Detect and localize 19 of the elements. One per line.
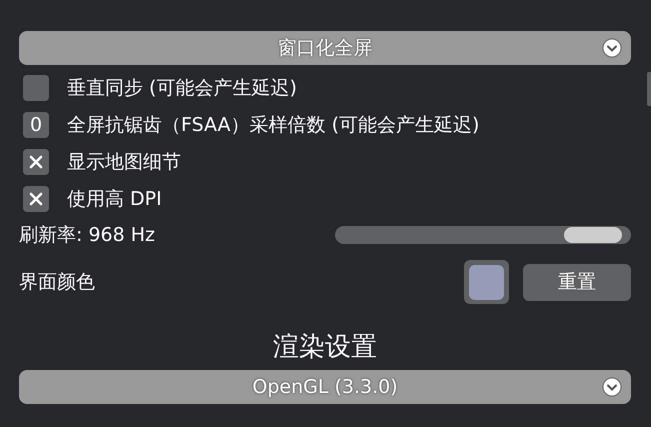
reset-button[interactable]: 重置 (523, 264, 631, 300)
refresh-rate-slider[interactable] (335, 226, 631, 244)
checkbox[interactable] (23, 149, 49, 175)
number-field[interactable]: 0 (23, 112, 49, 138)
scrollbar[interactable] (647, 72, 651, 106)
chevron-down-icon (602, 377, 622, 397)
slider-thumb[interactable] (564, 227, 622, 243)
ui-color-label: 界面颜色 (19, 270, 96, 295)
option-label: 全屏抗锯齿（FSAA）采样倍数 (可能会产生延迟) (67, 113, 480, 138)
cross-icon (29, 192, 43, 206)
option-label: 显示地图细节 (67, 150, 181, 175)
checkbox[interactable] (23, 186, 49, 212)
cross-icon (29, 155, 43, 169)
section-heading: 渲染设置 (273, 331, 377, 364)
option-label: 垂直同步 (可能会产生延迟) (67, 76, 297, 101)
checkbox[interactable] (23, 75, 49, 101)
option-label: 使用高 DPI (67, 187, 162, 212)
refresh-rate-label: 刷新率: 968 Hz (19, 223, 156, 248)
chevron-down-icon (602, 38, 622, 58)
